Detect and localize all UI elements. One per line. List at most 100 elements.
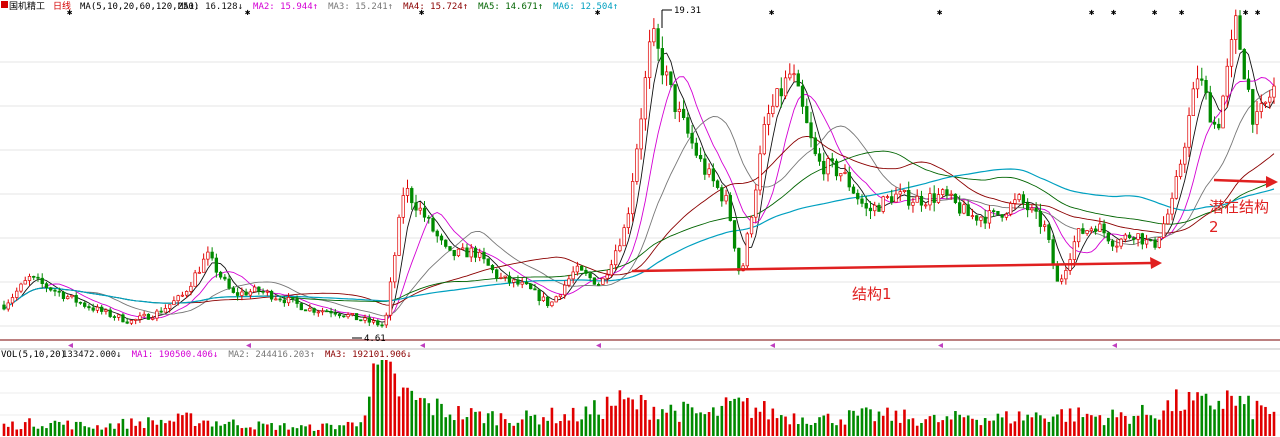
- candle-114: [486, 258, 490, 266]
- candle-158: [673, 84, 677, 119]
- volume-bar-138: [588, 414, 592, 436]
- event-star-1: ✱: [245, 8, 251, 18]
- volume-bar-190: [809, 424, 813, 436]
- volume-bar-168: [716, 415, 719, 436]
- volume-bar-238: [1013, 421, 1017, 436]
- volume-bar-177: [754, 407, 758, 436]
- candle-217: [924, 202, 928, 209]
- period-label: 日线: [53, 0, 71, 12]
- volume-bar-245: [1043, 418, 1046, 436]
- volume-bar-23: [100, 429, 103, 436]
- volume-bar-19: [83, 426, 87, 436]
- volume-bar-108: [461, 419, 465, 436]
- volume-bar-38: [164, 423, 167, 436]
- candle-95: [405, 179, 410, 203]
- candle-206: [877, 202, 881, 212]
- volume-bar-183: [779, 415, 783, 436]
- volume-bar-76: [325, 423, 329, 436]
- candle-80: [342, 315, 346, 318]
- volume-bar-188: [801, 417, 804, 436]
- candle-42: [180, 291, 185, 298]
- volume-bar-163: [695, 413, 698, 436]
- volume-indicator-1: MA1: 190500.406↓: [132, 350, 219, 360]
- volume-bar-169: [720, 405, 724, 436]
- candle-52: [223, 274, 227, 281]
- candle-245: [1042, 220, 1047, 232]
- candle-169: [720, 184, 724, 207]
- chart-header: 国机精工 日线 MA(5,10,20,60,120,250) MA1: 16.1…: [1, 0, 618, 12]
- event-star-9: ✱: [1179, 8, 1185, 18]
- candle-274: [1166, 208, 1170, 225]
- volume-bar-95: [406, 387, 409, 436]
- volume-bar-180: [767, 419, 770, 436]
- candle-230: [979, 216, 983, 228]
- candle-105: [448, 246, 452, 252]
- volume-bar-209: [890, 420, 894, 436]
- ma-indicator-3: MA4: 15.724↑: [403, 2, 468, 12]
- event-star-11: ✱: [1255, 8, 1261, 18]
- volume-bar-290: [1234, 405, 1238, 436]
- volume-bar-124: [529, 415, 532, 436]
- candle-275: [1170, 192, 1174, 221]
- candle-213: [907, 181, 911, 210]
- candle-166: [707, 163, 711, 178]
- volume-bar-8: [36, 428, 40, 436]
- candle-38: [163, 304, 168, 313]
- volume-bar-93: [397, 396, 401, 436]
- candle-121: [516, 275, 520, 287]
- volume-bar-11: [49, 422, 53, 436]
- volume-bar-223: [949, 419, 953, 436]
- candle-97: [414, 194, 418, 218]
- volume-bar-299: [1272, 411, 1276, 436]
- candle-0: [2, 300, 6, 311]
- volume-bar-173: [737, 397, 741, 436]
- candle-277: [1178, 159, 1183, 180]
- volume-bar-285: [1213, 409, 1216, 436]
- volume-bar-37: [159, 419, 163, 436]
- volume-bar-58: [249, 427, 252, 436]
- candle-1: [6, 299, 10, 312]
- candle-269: [1144, 234, 1149, 249]
- candle-290: [1234, 9, 1238, 54]
- candle-56: [240, 287, 244, 301]
- volume-bar-212: [903, 409, 906, 436]
- candle-134: [571, 266, 575, 284]
- volume-bar-75: [321, 423, 324, 436]
- volume-bar-46: [198, 423, 201, 436]
- candle-148: [630, 173, 635, 222]
- candle-252: [1072, 235, 1077, 267]
- candle-276: [1174, 170, 1178, 200]
- candle-8: [36, 273, 40, 282]
- volume-bar-18: [79, 421, 82, 436]
- volume-bar-227: [966, 415, 970, 436]
- candle-201: [856, 189, 860, 205]
- candle-193: [822, 152, 826, 181]
- candle-140: [596, 282, 601, 286]
- candle-40: [172, 296, 176, 306]
- volume-bar-78: [334, 429, 337, 436]
- volume-bar-264: [1124, 415, 1127, 436]
- volume-bar-213: [907, 419, 911, 436]
- event-star-5: ✱: [937, 8, 943, 18]
- candle-60: [257, 286, 261, 295]
- volume-bar-210: [894, 410, 898, 436]
- volume-bar-13: [57, 421, 61, 436]
- candle-146: [622, 224, 626, 247]
- volume-bar-283: [1204, 393, 1208, 436]
- candle-224: [953, 193, 958, 205]
- volume-bar-52: [223, 424, 227, 436]
- candle-127: [541, 292, 546, 302]
- candle-49: [210, 247, 214, 261]
- volume-bar-41: [176, 413, 180, 436]
- volume-bar-47: [202, 420, 205, 436]
- candle-293: [1246, 70, 1251, 93]
- candle-4: [19, 282, 23, 294]
- volume-bar-147: [627, 397, 630, 436]
- candle-153: [652, 18, 656, 47]
- price-gridlines: [0, 61, 1280, 416]
- candle-154: [656, 23, 660, 62]
- volume-bar-97: [414, 399, 418, 436]
- volume-bar-274: [1166, 400, 1170, 436]
- volume-bar-200: [852, 410, 855, 436]
- volume-indicator-0: 133472.000↓: [62, 350, 122, 360]
